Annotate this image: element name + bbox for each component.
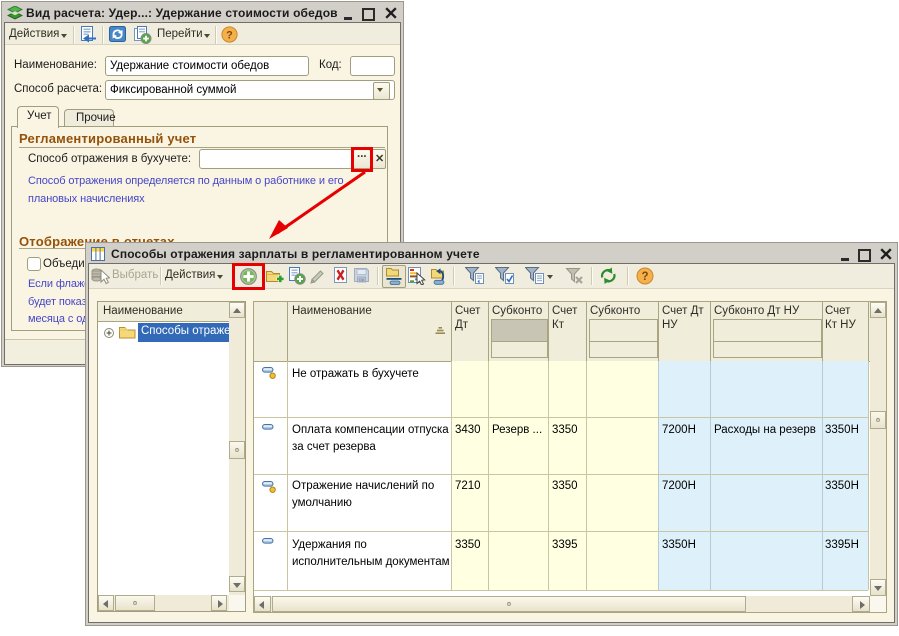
svg-text:ок: ок <box>358 278 364 284</box>
svg-text:?: ? <box>226 30 233 42</box>
svg-text:?: ? <box>641 271 648 283</box>
